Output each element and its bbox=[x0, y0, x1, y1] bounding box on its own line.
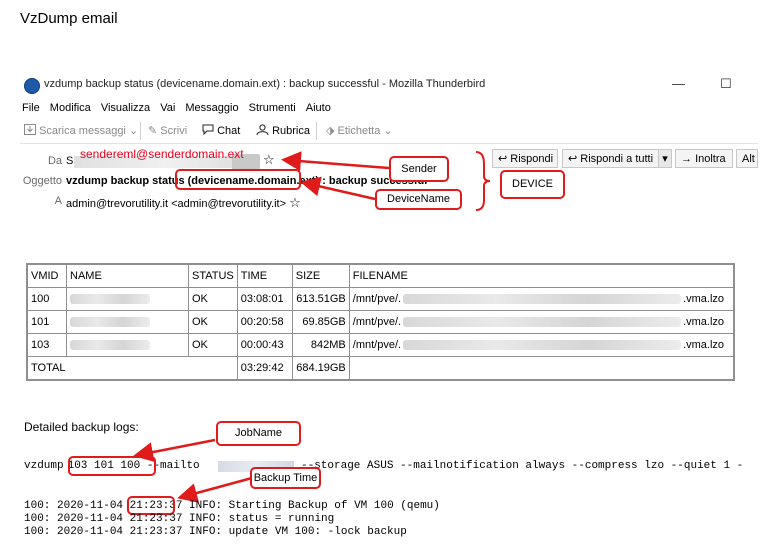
jobname-highlight-box bbox=[68, 456, 156, 476]
cell-status: OK bbox=[188, 287, 238, 311]
log-line-3: 100: 2020-11-04 21:23:37 INFO: update VM… bbox=[24, 526, 407, 538]
device-bracket bbox=[475, 151, 491, 211]
sender-arrow bbox=[281, 151, 390, 172]
cell-name-redacted bbox=[66, 287, 189, 311]
log-line-1: 100: 2020-11-04 21:23:37 INFO: Starting … bbox=[24, 500, 440, 512]
cell-status: OK bbox=[188, 310, 238, 334]
redacted-name bbox=[70, 317, 150, 328]
cell-filename: /mnt/pve/. .vma.lzo bbox=[348, 310, 735, 334]
col-status: STATUS bbox=[188, 263, 238, 288]
jobname-arrow bbox=[133, 438, 216, 462]
redacted-name bbox=[70, 294, 150, 305]
cell-status: OK bbox=[188, 333, 238, 357]
filename-suffix: .vma.lzo bbox=[683, 316, 725, 328]
cell-filename: /mnt/pve/. .vma.lzo bbox=[348, 287, 735, 311]
table-row: 100 OK 03:08:01 613.51GB /mnt/pve/. .vma.… bbox=[26, 287, 735, 311]
cell-total-time: 03:29:42 bbox=[236, 356, 293, 381]
log-line-1-post: :37 INFO: Starting Backup of VM 100 (qem… bbox=[162, 500, 440, 512]
cell-size: 842MB bbox=[291, 333, 350, 357]
filename-prefix: /mnt/pve/. bbox=[352, 316, 402, 328]
cmd-start: vzdump bbox=[24, 460, 64, 472]
filename-suffix: .vma.lzo bbox=[683, 293, 725, 305]
devicename-arrow bbox=[300, 176, 376, 201]
cmd-rest: --storage ASUS --mailnotification always… bbox=[301, 460, 744, 472]
col-filename: FILENAME bbox=[348, 263, 735, 288]
cell-time: 00:00:43 bbox=[236, 333, 293, 357]
table-row: 103 OK 00:00:43 842MB /mnt/pve/. .vma.lzo bbox=[26, 333, 735, 357]
redacted-filename bbox=[403, 340, 682, 351]
filename-prefix: /mnt/pve/. bbox=[352, 339, 402, 351]
cell-total-label: TOTAL bbox=[26, 356, 238, 381]
cell-time: 00:20:58 bbox=[236, 310, 293, 334]
backup-time-arrow bbox=[177, 476, 253, 503]
table-header-row: VMID NAME STATUS TIME SIZE FILENAME bbox=[26, 263, 735, 288]
col-size: SIZE bbox=[291, 263, 350, 288]
backup-time-callout: Backup Time bbox=[250, 467, 321, 489]
cell-time: 03:08:01 bbox=[236, 287, 293, 311]
col-time: TIME bbox=[236, 263, 293, 288]
log-line-2: 100: 2020-11-04 21:23:37 INFO: status = … bbox=[24, 513, 335, 525]
col-name: NAME bbox=[66, 263, 189, 288]
redacted-filename bbox=[403, 294, 682, 305]
redacted-name bbox=[70, 340, 150, 351]
cell-vmid: 101 bbox=[26, 310, 67, 334]
cell-total-size: 684.19GB bbox=[291, 356, 350, 381]
cell-total-empty bbox=[348, 356, 735, 381]
cell-name-redacted bbox=[66, 333, 189, 357]
table-row: 101 OK 00:20:58 69.85GB /mnt/pve/. .vma.l… bbox=[26, 310, 735, 334]
cell-name-redacted bbox=[66, 310, 189, 334]
cell-filename: /mnt/pve/. .vma.lzo bbox=[348, 333, 735, 357]
logs-title: Detailed backup logs: bbox=[24, 420, 139, 434]
cell-vmid: 103 bbox=[26, 333, 67, 357]
jobname-callout: JobName bbox=[216, 421, 301, 446]
cell-size: 613.51GB bbox=[291, 287, 350, 311]
table-total-row: TOTAL 03:29:42 684.19GB bbox=[26, 356, 735, 381]
filename-prefix: /mnt/pve/. bbox=[352, 293, 402, 305]
cell-size: 69.85GB bbox=[291, 310, 350, 334]
redacted-filename bbox=[403, 317, 682, 328]
col-vmid: VMID bbox=[26, 263, 67, 288]
filename-suffix: .vma.lzo bbox=[683, 339, 725, 351]
log-line-1-pre: 100: 2020-11-04 bbox=[24, 500, 130, 512]
cell-vmid: 100 bbox=[26, 287, 67, 311]
backup-table: VMID NAME STATUS TIME SIZE FILENAME 100 … bbox=[26, 263, 735, 381]
